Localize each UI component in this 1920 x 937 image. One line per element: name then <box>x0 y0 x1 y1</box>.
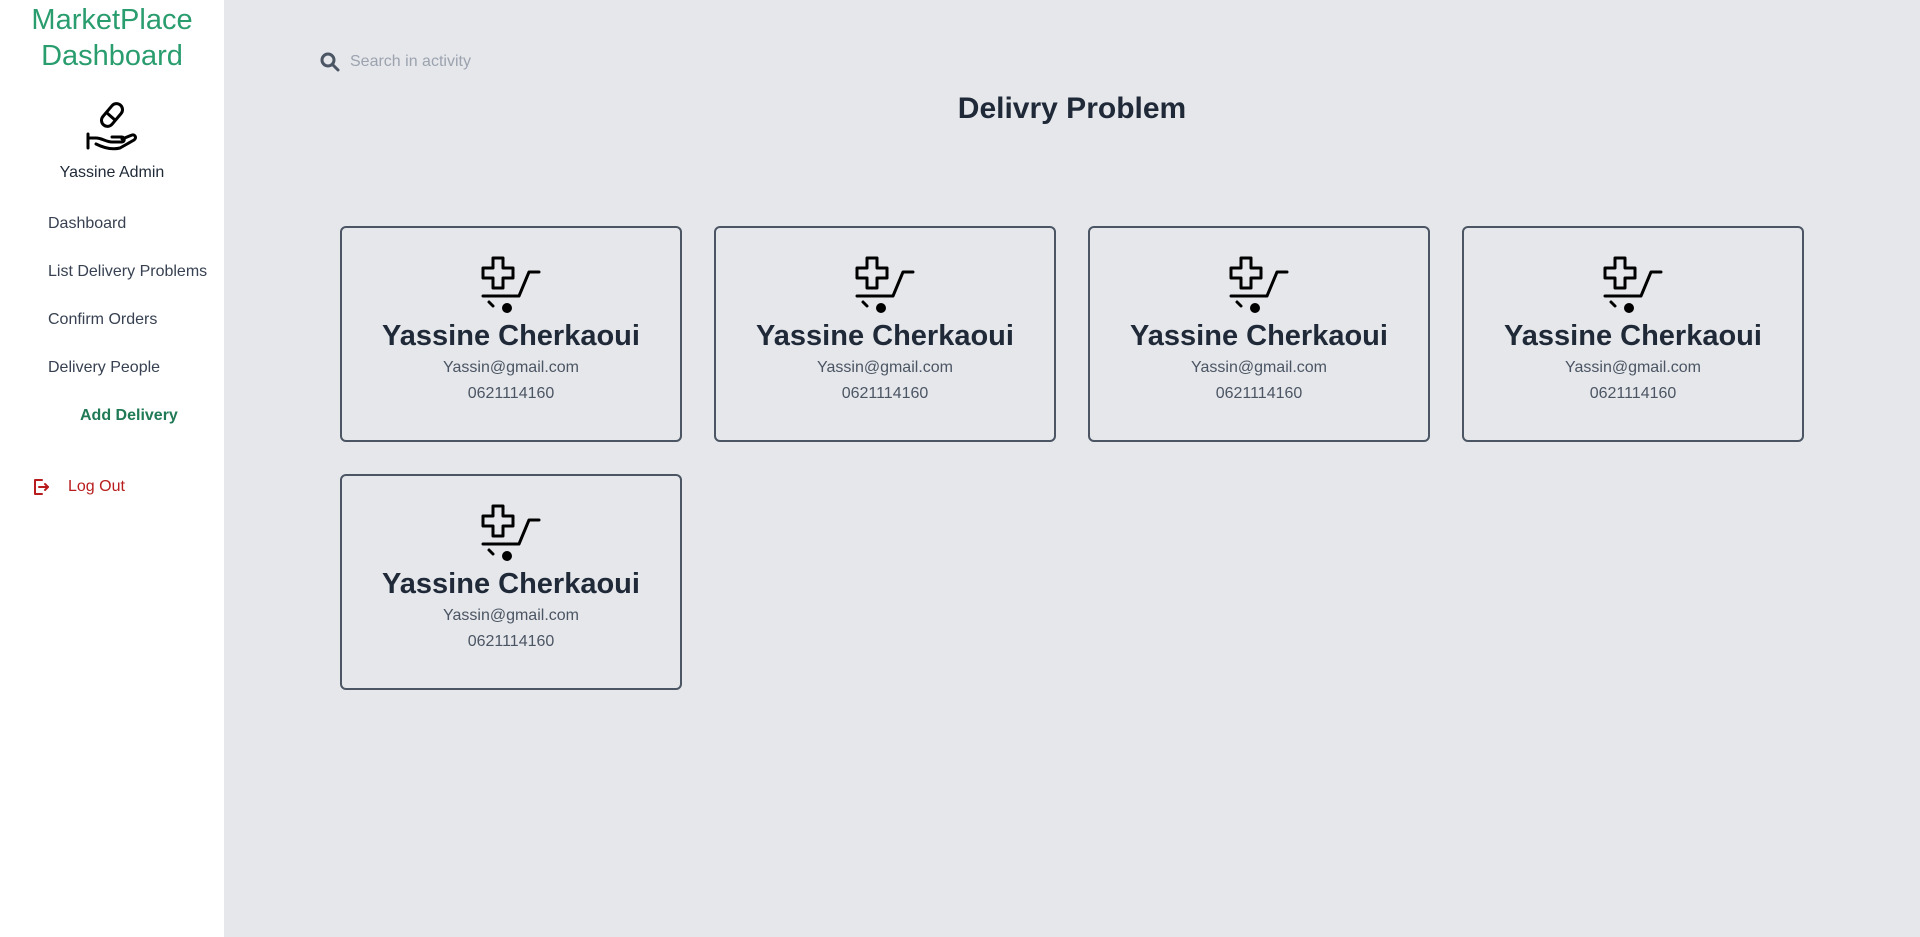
delivery-card[interactable]: Yassine Cherkaoui Yassin@gmail.com 06211… <box>1462 226 1804 442</box>
nav-add-delivery[interactable]: Add Delivery <box>0 392 224 440</box>
delivery-card[interactable]: Yassine Cherkaoui Yassin@gmail.com 06211… <box>340 474 682 690</box>
delivery-card[interactable]: Yassine Cherkaoui Yassin@gmail.com 06211… <box>340 226 682 442</box>
nav-list-delivery-problems[interactable]: List Delivery Problems <box>0 248 224 296</box>
sidebar: MarketPlace Dashboard Yassine Admin Dash… <box>0 0 224 937</box>
logout-icon <box>34 479 49 495</box>
medical-cart-icon <box>855 256 915 313</box>
card-phone: 0621114160 <box>467 385 555 402</box>
card-name: Yassine Cherkaoui <box>382 320 640 352</box>
brand-title: MarketPlace Dashboard <box>0 2 224 74</box>
main-content: Delivry Problem Yassine Cherkaoui Yassin… <box>224 0 1920 937</box>
search-input[interactable] <box>350 53 650 71</box>
medical-cart-icon <box>481 256 541 313</box>
card-name: Yassine Cherkaoui <box>1504 320 1762 352</box>
logout-button[interactable]: Log Out <box>32 478 125 496</box>
card-phone: 0621114160 <box>841 385 929 402</box>
brand-line-1: MarketPlace <box>31 4 193 36</box>
sidebar-nav: Dashboard List Delivery Problems Confirm… <box>0 200 224 440</box>
brand-line-2: Dashboard <box>41 40 183 72</box>
card-email: Yassin@gmail.com <box>443 607 579 624</box>
nav-confirm-orders[interactable]: Confirm Orders <box>0 296 224 344</box>
logout-label: Log Out <box>68 478 125 495</box>
delivery-cards-grid: Yassine Cherkaoui Yassin@gmail.com 06211… <box>340 226 1804 690</box>
card-email: Yassin@gmail.com <box>1565 359 1701 376</box>
card-email: Yassin@gmail.com <box>443 359 579 376</box>
card-name: Yassine Cherkaoui <box>382 568 640 600</box>
search-bar <box>320 52 650 72</box>
card-phone: 0621114160 <box>467 633 555 650</box>
medical-cart-icon <box>481 504 541 561</box>
card-name: Yassine Cherkaoui <box>1130 320 1388 352</box>
nav-delivery-people[interactable]: Delivery People <box>0 344 224 392</box>
card-email: Yassin@gmail.com <box>817 359 953 376</box>
card-phone: 0621114160 <box>1589 385 1677 402</box>
medical-cart-icon <box>1603 256 1663 313</box>
admin-name: Yassine Admin <box>59 164 165 181</box>
card-email: Yassin@gmail.com <box>1191 359 1327 376</box>
card-name: Yassine Cherkaoui <box>756 320 1014 352</box>
hand-pill-icon <box>86 102 137 151</box>
delivery-card[interactable]: Yassine Cherkaoui Yassin@gmail.com 06211… <box>714 226 1056 442</box>
nav-dashboard[interactable]: Dashboard <box>0 200 224 248</box>
search-icon <box>320 52 340 72</box>
card-phone: 0621114160 <box>1215 385 1303 402</box>
medical-cart-icon <box>1229 256 1289 313</box>
page-title: Delivry Problem <box>957 92 1187 125</box>
delivery-card[interactable]: Yassine Cherkaoui Yassin@gmail.com 06211… <box>1088 226 1430 442</box>
